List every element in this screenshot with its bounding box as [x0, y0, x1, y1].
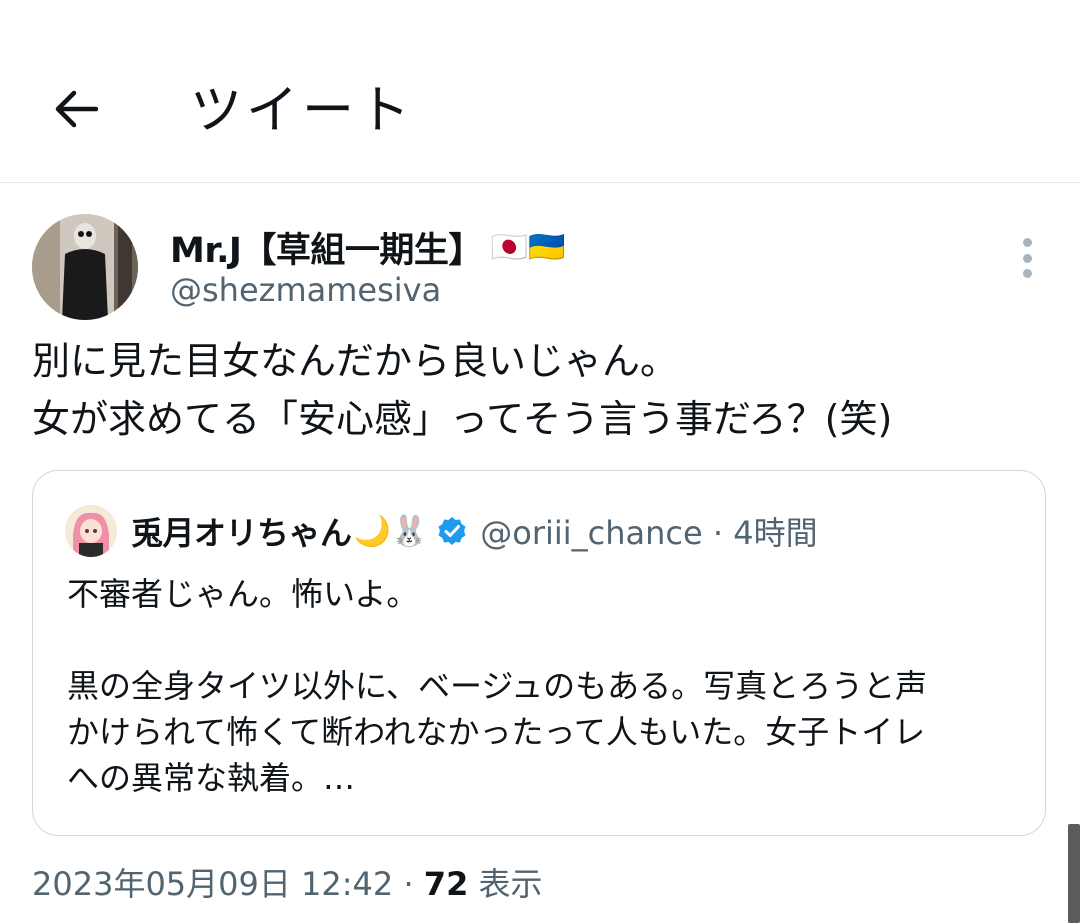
- scrollbar[interactable]: [1068, 824, 1080, 923]
- tweet-text: 別に見た目女なんだから良いじゃん。 女が求めてる「安心感」ってそう言う事だろ？(…: [32, 332, 1052, 448]
- tweet-text-line: 女が求めてる「安心感」ってそう言う事だろ？(笑): [32, 397, 893, 441]
- page-title: ツイート: [190, 81, 415, 141]
- quote-text-line: [67, 617, 1027, 663]
- tweet-meta: 2023年05月09日 12:42 · 72 表示: [32, 860, 543, 908]
- quote-text-line: 不審者じゃん。怖いよ。: [67, 575, 419, 613]
- flag-icons: 🇯🇵🇺🇦: [490, 229, 566, 265]
- verified-badge-icon: [438, 517, 466, 545]
- more-icon: [1022, 238, 1032, 247]
- quote-text-line: への異常な執着。…: [67, 759, 356, 797]
- tweet-text-line: 別に見た目女なんだから良いじゃん。: [32, 339, 679, 383]
- view-count: 72: [423, 865, 469, 903]
- quote-text-line: 黒の全身タイツ以外に、ベージュのもある。写真とろうと声: [67, 667, 928, 705]
- quote-handle-time[interactable]: @oriii_chance · 4時間: [480, 508, 817, 554]
- quote-text-line: かけられて怖くて断われなかったって人もいた。女子トイレ: [67, 713, 926, 751]
- back-button[interactable]: [44, 78, 106, 140]
- more-options-button[interactable]: [1012, 238, 1042, 278]
- author-handle[interactable]: @shezmamesiva: [170, 270, 441, 310]
- timestamp[interactable]: 2023年05月09日 12:42 ·: [32, 865, 424, 903]
- author-display-name[interactable]: Mr.J【草組一期生】: [170, 222, 483, 273]
- quote-text: 不審者じゃん。怖いよ。 黒の全身タイツ以外に、ベージュのもある。写真とろうと声 …: [67, 571, 1027, 801]
- avatar[interactable]: [32, 214, 138, 320]
- quote-name-emojis: 🌙🐰: [353, 513, 429, 549]
- quote-avatar[interactable]: [65, 505, 117, 557]
- quote-display-name[interactable]: 兎月オリちゃん: [131, 508, 352, 554]
- author-name-row[interactable]: Mr.J【草組一期生】 🇯🇵🇺🇦: [170, 222, 566, 272]
- arrow-left-icon: [55, 90, 98, 128]
- quoted-tweet[interactable]: 兎月オリちゃん 🌙🐰 @oriii_chance · 4時間 不審者じゃん。怖い…: [32, 470, 1046, 836]
- top-bar: ツイート: [0, 0, 1080, 183]
- quote-header: 兎月オリちゃん 🌙🐰 @oriii_chance · 4時間: [131, 505, 818, 557]
- view-label: 表示: [468, 865, 543, 903]
